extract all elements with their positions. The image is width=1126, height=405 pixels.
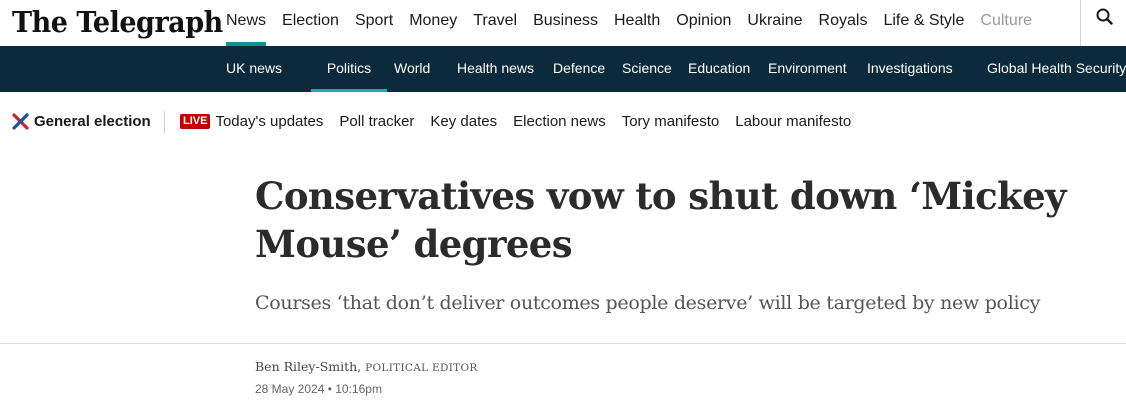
election-link-todays-updates[interactable]: Today's updates	[215, 113, 323, 130]
byline: Ben Riley-Smith, POLITICAL EDITOR	[255, 359, 478, 374]
election-bar: General election LIVE Today's updates Po…	[0, 92, 1126, 150]
election-link-labour-manifesto[interactable]: Labour manifesto	[735, 113, 851, 130]
section-subnav: UK news Politics World Health news Defen…	[0, 46, 1126, 92]
subnav-item-health-news[interactable]: Health news	[457, 46, 553, 92]
nav-item-opinion[interactable]: Opinion	[668, 0, 739, 46]
subnav-item-education[interactable]: Education	[688, 46, 768, 92]
election-title[interactable]: General election	[12, 110, 151, 132]
election-divider	[164, 111, 165, 133]
primary-nav: News Election Sport Money Travel Busines…	[218, 0, 1040, 46]
article-headline: Conservatives vow to shut down ‘Mickey M…	[255, 174, 1067, 266]
election-link-election-news[interactable]: Election news	[513, 113, 606, 130]
nav-item-business[interactable]: Business	[525, 0, 606, 46]
nav-item-royals[interactable]: Royals	[811, 0, 876, 46]
author-name[interactable]: Ben Riley-Smith,	[255, 359, 361, 374]
nav-item-ukraine[interactable]: Ukraine	[739, 0, 810, 46]
subnav-item-world[interactable]: World	[394, 46, 457, 92]
subnav-item-global-health-security[interactable]: Global Health Security	[987, 46, 1126, 92]
nav-item-travel[interactable]: Travel	[465, 0, 525, 46]
nav-item-election[interactable]: Election	[274, 0, 347, 46]
search-icon	[1096, 8, 1113, 25]
nav-item-life-style[interactable]: Life & Style	[875, 0, 972, 46]
subnav-item-science[interactable]: Science	[622, 46, 688, 92]
ballot-cross-icon	[12, 112, 29, 130]
subnav-item-defence[interactable]: Defence	[553, 46, 622, 92]
nav-item-money[interactable]: Money	[401, 0, 465, 46]
subnav-item-environment[interactable]: Environment	[768, 46, 867, 92]
search-button[interactable]	[1094, 6, 1116, 28]
election-link-tory-manifesto[interactable]: Tory manifesto	[622, 113, 720, 130]
election-links: LIVE Today's updates Poll tracker Key da…	[180, 110, 867, 132]
nav-item-sport[interactable]: Sport	[347, 0, 401, 46]
masthead: The Telegraph News Election Sport Money …	[0, 0, 1126, 46]
subnav-item-uk-news[interactable]: UK news	[226, 46, 311, 92]
author-role: POLITICAL EDITOR	[365, 362, 478, 374]
nav-item-culture[interactable]: Culture	[972, 0, 1040, 46]
search-divider	[1080, 0, 1081, 46]
election-link-key-dates[interactable]: Key dates	[430, 113, 497, 130]
telegraph-logo[interactable]: The Telegraph	[12, 2, 223, 42]
nav-item-news[interactable]: News	[218, 0, 274, 46]
election-title-label: General election	[34, 112, 151, 130]
election-link-poll-tracker[interactable]: Poll tracker	[339, 113, 414, 130]
divider	[0, 343, 1126, 344]
live-badge: LIVE	[180, 113, 211, 129]
nav-item-health[interactable]: Health	[606, 0, 668, 46]
publish-date: 28 May 2024 • 10:16pm	[255, 382, 382, 396]
article-standfirst: Courses ‘that don’t deliver outcomes peo…	[255, 292, 1041, 314]
subnav-item-investigations[interactable]: Investigations	[867, 46, 987, 92]
subnav-item-politics[interactable]: Politics	[311, 46, 387, 92]
